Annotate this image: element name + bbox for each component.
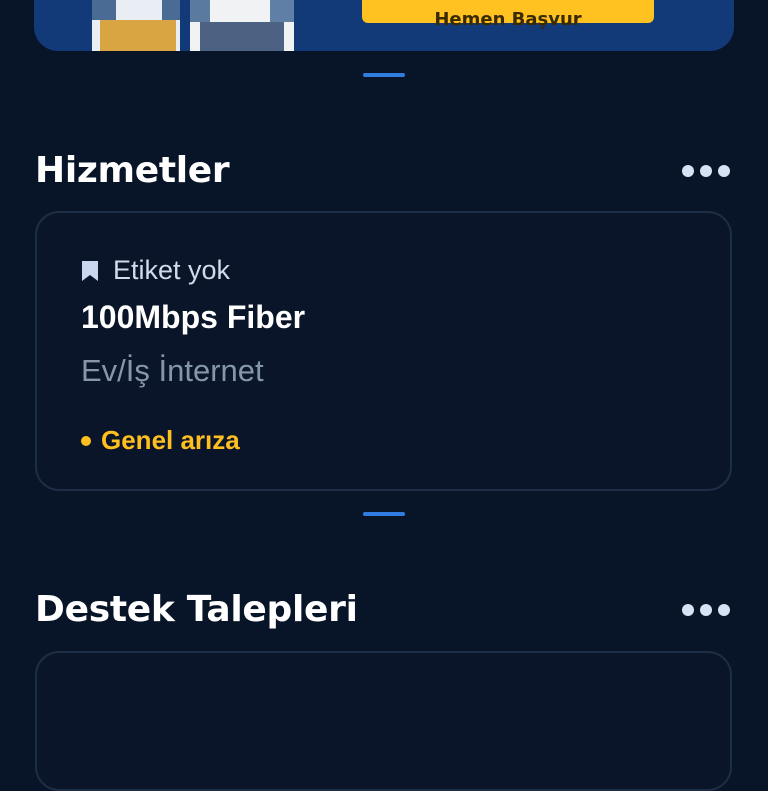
promo-person-image: [92, 0, 180, 51]
apply-now-button[interactable]: Hemen Başvur: [362, 0, 654, 30]
carousel-indicator: [363, 512, 405, 516]
service-status-label: Genel arıza: [101, 425, 240, 455]
support-more-button[interactable]: [682, 604, 730, 616]
more-dot-icon: [700, 604, 712, 616]
service-tag-label: Etiket yok: [113, 255, 231, 285]
promo-person-image: [190, 0, 294, 51]
service-type: Ev/İş İnternet: [81, 353, 264, 388]
apply-now-label: Hemen Başvur: [434, 9, 582, 30]
carousel-indicator: [363, 73, 405, 77]
service-card[interactable]: Etiket yok 100Mbps Fiber Ev/İş İnternet …: [35, 211, 732, 491]
support-title: Destek Talepleri: [35, 589, 358, 630]
services-more-button[interactable]: [682, 165, 730, 177]
more-dot-icon: [700, 165, 712, 177]
service-name: 100Mbps Fiber: [81, 299, 306, 335]
services-title: Hizmetler: [35, 150, 230, 191]
more-dot-icon: [682, 604, 694, 616]
more-dot-icon: [718, 165, 730, 177]
status-dot-icon: [81, 435, 91, 446]
bookmark-icon: [81, 260, 99, 282]
promo-banner[interactable]: Hemen Başvur: [34, 0, 734, 51]
more-dot-icon: [718, 604, 730, 616]
service-status: Genel arıza: [81, 425, 240, 456]
more-dot-icon: [682, 165, 694, 177]
service-tag: Etiket yok: [81, 255, 230, 286]
support-card[interactable]: [35, 651, 732, 791]
